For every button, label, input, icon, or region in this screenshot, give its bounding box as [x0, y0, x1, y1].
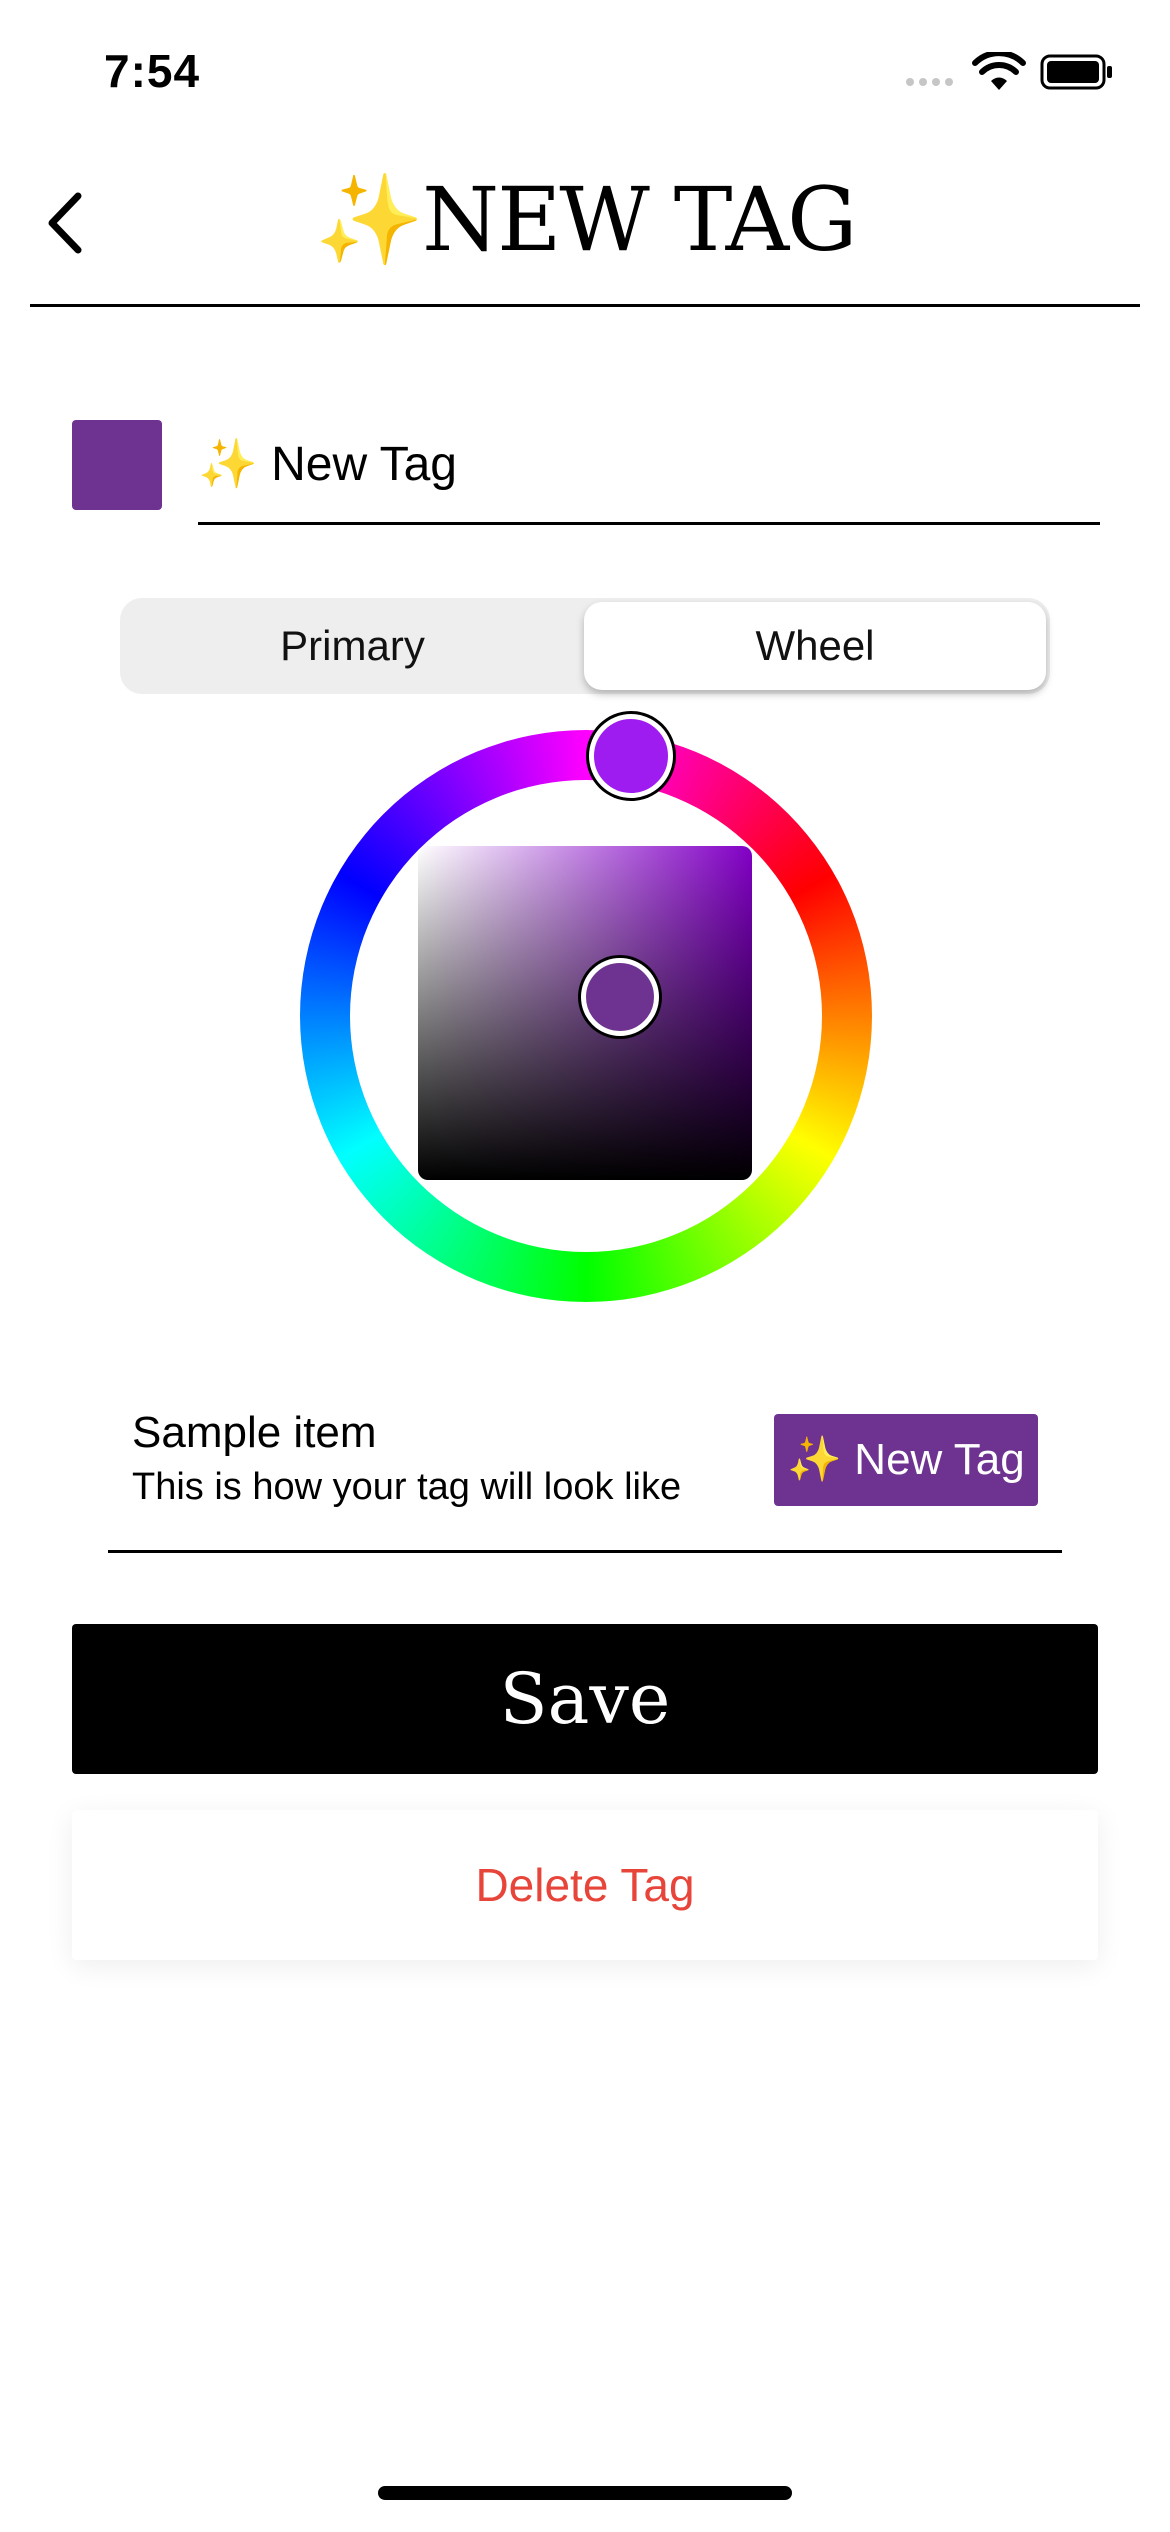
segment-wheel[interactable]: Wheel: [584, 602, 1046, 690]
saturation-brightness-handle[interactable]: [581, 958, 659, 1036]
signal-dots-icon: [906, 78, 953, 86]
status-time: 7:54: [104, 45, 201, 97]
sample-item-title: Sample item: [132, 1408, 377, 1457]
color-mode-segmented-control: Primary Wheel: [120, 598, 1050, 694]
delete-tag-button[interactable]: Delete Tag: [72, 1810, 1098, 1960]
sample-tag-badge: ✨ New Tag: [774, 1414, 1038, 1506]
input-underline: [198, 522, 1100, 525]
page-title: ✨NEW TAG: [314, 168, 858, 271]
sample-item-subtitle: This is how your tag will look like: [132, 1466, 682, 1508]
header-divider: [30, 304, 1140, 307]
sample-divider: [108, 1550, 1062, 1553]
save-button[interactable]: Save: [72, 1624, 1098, 1774]
wifi-icon: [972, 52, 1026, 90]
home-indicator: [378, 2486, 792, 2500]
tag-name-input[interactable]: [198, 416, 1098, 510]
hue-handle[interactable]: [589, 714, 673, 798]
color-swatch[interactable]: [72, 420, 162, 510]
battery-icon: [1040, 54, 1112, 90]
segment-primary[interactable]: Primary: [120, 598, 585, 694]
